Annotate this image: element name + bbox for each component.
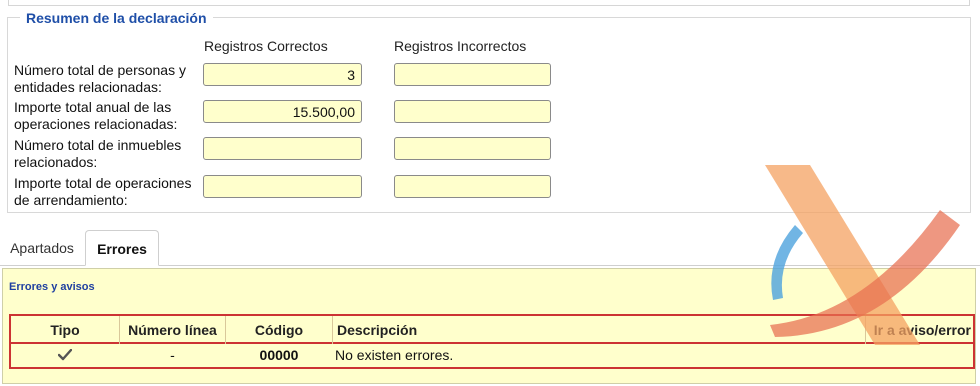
label-importe-operaciones: Importe total anual de las operaciones r… [14, 99, 199, 133]
label-line: Número total de personas y [14, 62, 186, 78]
label-line: entidades relacionadas: [14, 79, 162, 95]
errores-table: Tipo Número línea Código Descripción Ir … [9, 314, 975, 369]
row-tipo-check-icon [11, 348, 119, 364]
importe-correctos-field[interactable]: 15.500,00 [203, 100, 362, 123]
header-descripcion: Descripción [337, 322, 418, 338]
tab-errores[interactable]: Errores [85, 230, 159, 266]
arrendamiento-incorrectos-field[interactable] [394, 175, 551, 198]
label-arrendamiento: Importe total de operaciones de arrendam… [14, 175, 199, 209]
inmuebles-incorrectos-field[interactable] [394, 137, 551, 160]
inmuebles-correctos-field[interactable] [203, 137, 362, 160]
label-line: Importe total de operaciones [14, 175, 192, 191]
label-inmuebles: Número total de inmuebles relacionados: [14, 137, 199, 171]
header-tipo: Tipo [50, 322, 80, 338]
resumen-legend: Resumen de la declaración [20, 10, 213, 26]
table-header-row: Tipo Número línea Código Descripción Ir … [11, 316, 973, 344]
upper-section-frame [8, 0, 970, 6]
column-header-incorrectos: Registros Incorrectos [394, 38, 527, 54]
personas-correctos-field[interactable]: 3 [203, 63, 362, 86]
errores-title: Errores y avisos [9, 281, 95, 293]
label-line: Importe total anual de las [14, 99, 172, 115]
label-line: Número total de inmuebles [14, 137, 182, 153]
label-line: operaciones relacionadas: [14, 116, 178, 132]
header-numero-linea: Número línea [128, 322, 217, 338]
arrendamiento-correctos-field[interactable] [203, 175, 362, 198]
importe-incorrectos-field[interactable] [394, 100, 551, 123]
row-codigo: 00000 [259, 347, 299, 363]
header-ir-a-aviso: Ir a aviso/error [873, 322, 971, 338]
row-numero-linea: - [170, 347, 175, 363]
label-line: relacionados: [14, 154, 98, 170]
header-codigo: Código [254, 322, 304, 338]
column-divider [865, 316, 866, 344]
personas-incorrectos-field[interactable] [394, 63, 551, 86]
tab-apartados[interactable]: Apartados [0, 230, 84, 266]
label-line: de arrendamiento: [14, 192, 128, 208]
column-divider [332, 316, 333, 344]
label-personas-entidades: Número total de personas y entidades rel… [14, 62, 199, 96]
column-header-correctos: Registros Correctos [204, 38, 328, 54]
row-descripcion: No existen errores. [335, 347, 454, 363]
errores-panel: Errores y avisos Tipo Número línea Códig… [2, 268, 976, 384]
